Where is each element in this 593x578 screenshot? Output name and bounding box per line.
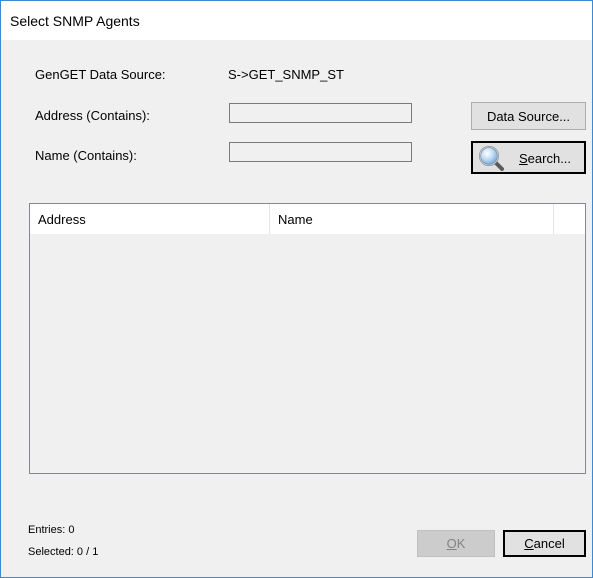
search-button[interactable]: Search... bbox=[471, 141, 586, 174]
datasource-value: S->GET_SNMP_ST bbox=[228, 67, 344, 82]
list-body[interactable] bbox=[30, 234, 585, 473]
data-source-button[interactable]: Data Source... bbox=[471, 102, 586, 130]
address-input[interactable] bbox=[229, 103, 412, 123]
entries-count: Entries: 0 bbox=[28, 524, 75, 536]
ok-button[interactable]: OK bbox=[417, 530, 495, 557]
name-label: Name (Contains): bbox=[35, 148, 137, 163]
title-bar: Select SNMP Agents bbox=[1, 1, 592, 40]
select-snmp-agents-dialog: Select SNMP Agents GenGET Data Source: S… bbox=[0, 0, 593, 578]
cancel-button[interactable]: Cancel bbox=[503, 530, 586, 557]
name-input[interactable] bbox=[229, 142, 412, 162]
agents-list[interactable]: Address Name bbox=[29, 203, 586, 474]
search-button-label: Search... bbox=[519, 151, 572, 166]
column-header-address[interactable]: Address bbox=[30, 204, 270, 234]
datasource-label: GenGET Data Source: bbox=[35, 67, 166, 82]
address-label: Address (Contains): bbox=[35, 108, 150, 123]
dialog-title: Select SNMP Agents bbox=[10, 13, 140, 29]
magnifier-icon bbox=[479, 146, 504, 171]
selected-count: Selected: 0 / 1 bbox=[28, 546, 99, 558]
column-header-name[interactable]: Name bbox=[270, 204, 554, 234]
column-header-filler bbox=[554, 204, 585, 234]
list-header: Address Name bbox=[30, 204, 585, 234]
